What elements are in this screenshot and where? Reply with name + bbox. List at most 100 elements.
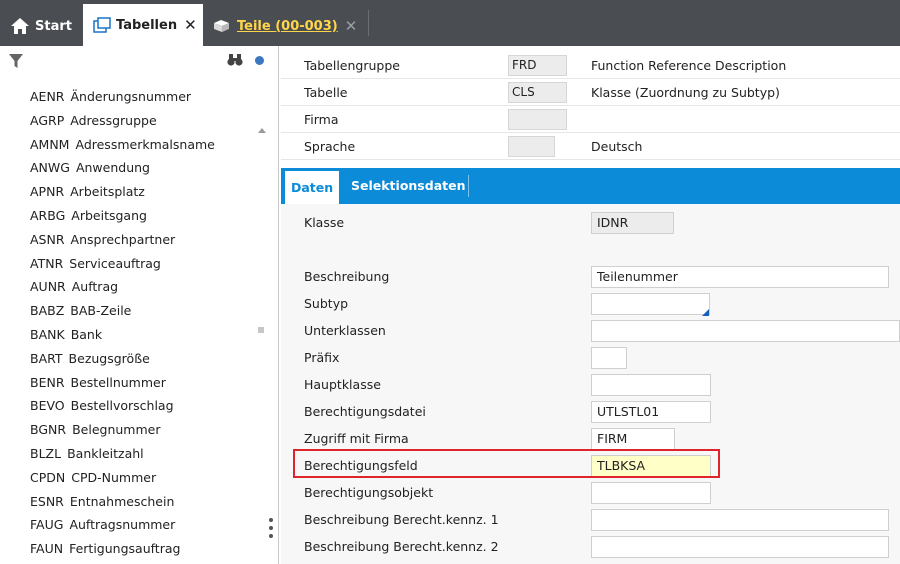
sidebar-item-label: Bestellvorschlag [70, 398, 174, 414]
sprache-desc: Deutsch [591, 139, 643, 154]
praefix-input[interactable] [591, 347, 627, 369]
row-berechtigungsdatei: Berechtigungsdatei UTLSTL01 [281, 398, 900, 425]
berechtigungsdatei-input[interactable]: UTLSTL01 [591, 401, 711, 423]
sprache-value [508, 136, 555, 157]
firma-value [508, 109, 567, 130]
row-zugriff-mit-firma: Zugriff mit Firma FIRM [281, 425, 900, 452]
close-icon[interactable]: ✕ [184, 16, 197, 34]
sidebar-item-bgnr[interactable]: BGNR Belegnummer [30, 419, 160, 441]
tabelle-value: CLS [508, 82, 567, 103]
sidebar-toolbar [0, 46, 279, 72]
header-row-tabellengruppe: Tabellengruppe FRD Function Reference De… [281, 52, 900, 79]
zugriff-mit-firma-input[interactable]: FIRM [591, 428, 675, 450]
sidebar-item-atnr[interactable]: ATNR Serviceauftrag [30, 253, 161, 275]
status-dot-icon[interactable] [255, 56, 264, 65]
field-label: Tabelle [304, 85, 348, 100]
field-label: Klasse [304, 215, 345, 230]
sidebar-item-bart[interactable]: BART Bezugsgröße [30, 348, 150, 370]
sidebar-item-blzl[interactable]: BLZL Bankleitzahl [30, 443, 144, 465]
sidebar-scrollbar[interactable] [264, 72, 276, 564]
tab-start-label: Start [35, 18, 72, 34]
filter-icon[interactable] [8, 53, 24, 72]
sidebar-item-anwg[interactable]: ANWG Anwendung [30, 157, 150, 179]
sidebar-item-aunr[interactable]: AUNR Auftrag [30, 276, 118, 298]
sidebar-item-benr[interactable]: BENR Bestellnummer [30, 372, 166, 394]
sidebar-item-label: Bankleitzahl [67, 446, 144, 461]
sidebar-item-babz[interactable]: BABZ BAB-Zeile [30, 300, 131, 322]
klasse-field: IDNR [591, 212, 674, 234]
sidebar-item-code: AGRP [30, 112, 65, 128]
sidebar-item-agrp[interactable]: AGRP Adressgruppe [30, 110, 157, 132]
sidebar-item-label: CPD-Nummer [71, 469, 157, 485]
tab-teile-label: Teile (00-003) [237, 18, 338, 34]
sidebar-item-label: Fertigungsauftrag [69, 541, 181, 557]
berechtigungsobjekt-input[interactable] [591, 482, 711, 504]
hauptklasse-input[interactable] [591, 374, 711, 396]
sidebar-item-bevo[interactable]: BEVO Bestellvorschlag [30, 395, 174, 417]
unterklassen-input[interactable] [591, 320, 900, 342]
scroll-thumb[interactable] [258, 327, 264, 333]
kebab-menu-icon[interactable] [269, 518, 273, 542]
sidebar-item-faug[interactable]: FAUG Auftragsnummer [30, 514, 175, 536]
tab-selektionsdaten[interactable]: Selektionsdaten [351, 168, 465, 204]
tab-start[interactable]: Start [10, 6, 72, 46]
sidebar-item-label: Auftrag [71, 279, 119, 295]
field-label: Sprache [304, 139, 356, 154]
field-label: Berechtigungsdatei [304, 404, 426, 419]
sidebar-item-code: BENR [30, 374, 65, 390]
sidebar-item-code: ANWG [30, 160, 70, 176]
header-row-firma: Firma [281, 106, 900, 133]
sidebar-item-code: AUNR [30, 279, 66, 295]
field-label: Zugriff mit Firma [304, 431, 409, 446]
sidebar-item-amnm[interactable]: AMNM Adressmerkmalsname [30, 134, 215, 156]
field-label: Firma [304, 112, 339, 127]
binoculars-icon[interactable] [227, 53, 243, 70]
beschreibung-berecht-1-input[interactable] [591, 509, 889, 531]
tab-tabellen-label: Tabellen [116, 17, 178, 33]
sidebar-item-code: CPDN [30, 469, 66, 485]
sidebar-item-label: Ansprechpartner [70, 231, 176, 247]
home-icon [10, 17, 30, 35]
sidebar-item-code: ARBG [30, 208, 66, 223]
sidebar-item-apnr[interactable]: APNR Arbeitsplatz [30, 181, 145, 203]
tabellengruppe-desc: Function Reference Description [591, 58, 787, 73]
subtab-separator [468, 175, 469, 197]
sidebar-item-code: BLZL [30, 446, 62, 461]
close-icon[interactable]: ✕ [345, 17, 358, 35]
sidebar-item-code: ATNR [30, 255, 64, 271]
scroll-up-arrow-icon[interactable] [258, 128, 266, 133]
field-label: Unterklassen [304, 323, 386, 338]
dropdown-corner-icon[interactable] [702, 309, 709, 316]
beschreibung-berecht-2-input[interactable] [591, 536, 889, 558]
sidebar-item-cpdn[interactable]: CPDN CPD-Nummer [30, 467, 156, 489]
sidebar-item-code: FAUG [30, 517, 64, 533]
sidebar-item-code: AMNM [30, 136, 70, 152]
field-label: Berechtigungsobjekt [304, 485, 434, 500]
sidebar-item-arbg[interactable]: ARBG Arbeitsgang [30, 205, 147, 227]
row-unterklassen: Unterklassen [281, 317, 900, 344]
parts-icon [212, 18, 232, 34]
header-row-tabelle: Tabelle CLS Klasse (Zuordnung zu Subtyp) [281, 79, 900, 106]
highlight-box [293, 449, 720, 478]
tab-teile[interactable]: Teile (00-003) ✕ [212, 6, 357, 46]
sidebar-item-bank[interactable]: BANK Bank [30, 324, 102, 346]
subtyp-dropdown[interactable] [591, 293, 710, 315]
sidebar-item-faun[interactable]: FAUN Fertigungsauftrag [30, 538, 180, 560]
sidebar-item-code: BANK [30, 327, 65, 342]
sidebar-item-aenr[interactable]: AENR Änderungsnummer [30, 86, 191, 108]
window-icon [93, 17, 111, 33]
field-label: Beschreibung Berecht.kennz. 1 [304, 512, 499, 527]
row-praefix: Präfix [281, 344, 900, 371]
beschreibung-input[interactable]: Teilenummer [591, 266, 889, 288]
sidebar-item-label: BAB-Zeile [70, 303, 132, 319]
field-label: Beschreibung Berecht.kennz. 2 [304, 539, 499, 554]
tab-tabellen[interactable]: Tabellen ✕ [83, 4, 203, 46]
sidebar-item-asnr[interactable]: ASNR Ansprechpartner [30, 229, 175, 251]
tab-daten[interactable]: Daten [285, 171, 340, 204]
sidebar-item-code: ESNR [30, 493, 64, 509]
sidebar-item-esnr[interactable]: ESNR Entnahmeschein [30, 491, 174, 513]
field-label: Hauptklasse [304, 377, 381, 392]
sidebar-item-code: ASNR [30, 231, 65, 247]
sidebar-item-label: Anwendung [75, 160, 150, 176]
tab-separator [368, 10, 369, 36]
